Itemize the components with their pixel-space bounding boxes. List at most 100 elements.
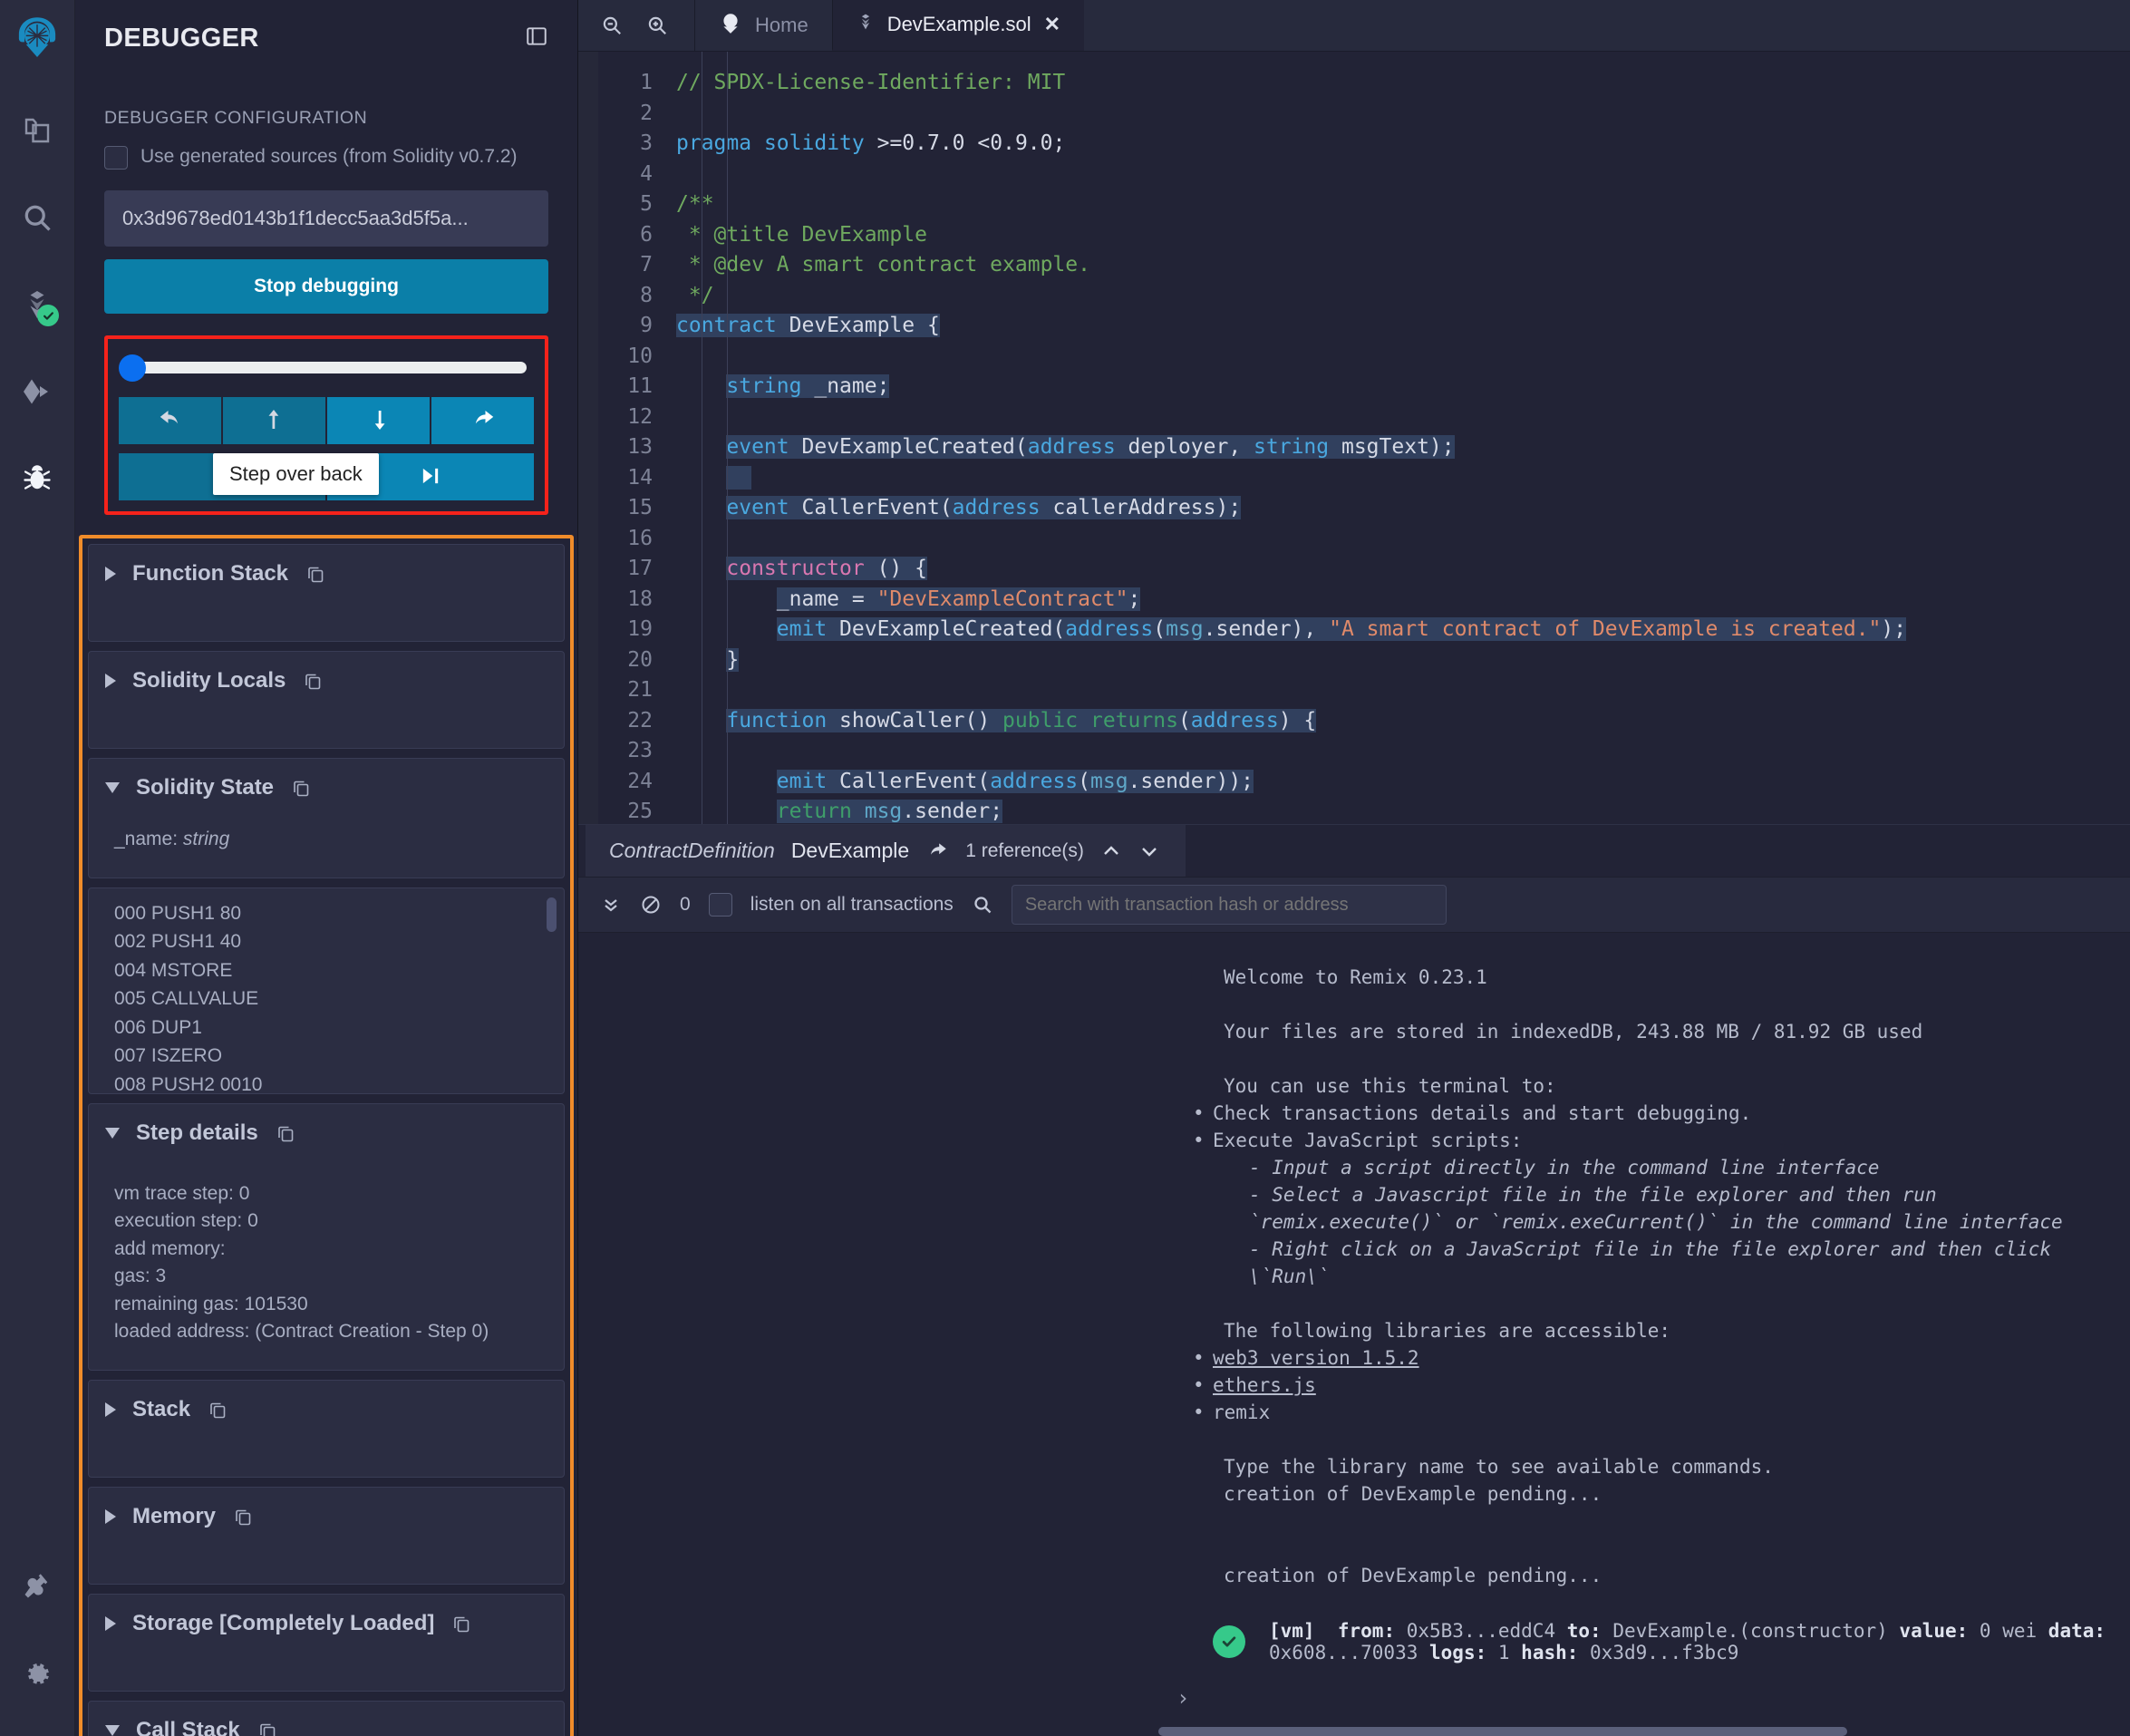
code-line[interactable]	[669, 463, 2130, 494]
section-stack-header[interactable]: Stack	[89, 1381, 564, 1439]
code-line[interactable]	[669, 402, 2130, 433]
zoom-in-icon[interactable]	[645, 14, 669, 37]
copy-icon[interactable]	[450, 1613, 472, 1634]
code-line[interactable]: pragma solidity >=0.7.0 <0.9.0;	[669, 129, 2130, 160]
copy-icon[interactable]	[232, 1506, 254, 1527]
sidebar-item-debugger[interactable]	[14, 455, 61, 502]
panel-menu-icon[interactable]	[525, 24, 548, 53]
code-lines[interactable]: // SPDX-License-Identifier: MIT pragma s…	[669, 52, 2130, 824]
copy-icon[interactable]	[207, 1399, 228, 1421]
zoom-out-icon[interactable]	[600, 14, 624, 37]
listen-all-transactions-checkbox[interactable]	[708, 893, 732, 916]
code-line[interactable]	[669, 342, 2130, 373]
step-over-back-button[interactable]	[119, 397, 221, 445]
sidebar-item-file-explorer[interactable]	[14, 107, 61, 154]
code-line[interactable]: */	[669, 281, 2130, 312]
opcode-row: 006 DUP1	[114, 1016, 202, 1038]
code-line[interactable]: event CallerEvent(address callerAddress)…	[669, 493, 2130, 524]
section-solidity-locals-header[interactable]: Solidity Locals	[89, 652, 564, 710]
line-number: 6	[640, 222, 653, 247]
code-line[interactable]	[669, 524, 2130, 555]
code-line[interactable]: emit DevExampleCreated(address(msg.sende…	[669, 615, 2130, 645]
copy-icon[interactable]	[275, 1122, 296, 1144]
code-editor[interactable]: 1 2 3 4 5 6 7 8 9 10 11 12 13 14 15 16 17 18 19 20 21 22 23 24 2…	[578, 52, 2130, 824]
section-call-stack-header[interactable]: Call Stack	[89, 1702, 564, 1736]
code-line[interactable]	[669, 736, 2130, 767]
chevron-up-icon[interactable]	[1100, 840, 1122, 862]
code-line[interactable]: constructor () {	[669, 554, 2130, 585]
arrow-back-icon	[157, 406, 184, 436]
use-generated-sources-row[interactable]: Use generated sources (from Solidity v0.…	[104, 143, 548, 170]
chevron-down-icon[interactable]	[1138, 840, 1160, 862]
transaction-hash-input[interactable]	[104, 190, 548, 247]
double-chevron-down-icon[interactable]	[600, 894, 622, 916]
success-status-icon	[1213, 1625, 1245, 1658]
search-icon[interactable]	[972, 894, 993, 916]
go-to-reference-icon[interactable]	[925, 839, 949, 863]
tab-devexample-sol[interactable]: DevExample.sol ✕	[831, 0, 1085, 51]
section-memory-header[interactable]: Memory	[89, 1488, 564, 1546]
code-line[interactable]: string _name;	[669, 372, 2130, 402]
terminal-expand-caret[interactable]: ›	[1176, 1685, 1189, 1711]
code-line[interactable]: emit CallerEvent(address(msg.sender));	[669, 767, 2130, 798]
step-back-button[interactable]	[223, 397, 325, 445]
code-line[interactable]: * @title DevExample	[669, 220, 2130, 251]
copy-icon[interactable]	[257, 1720, 278, 1736]
step-into-button[interactable]	[327, 397, 430, 445]
copy-icon[interactable]	[305, 563, 326, 585]
code-line[interactable]: * @dev A smart contract example.	[669, 250, 2130, 281]
code-line[interactable]	[669, 675, 2130, 706]
copy-icon[interactable]	[290, 777, 312, 799]
opcode-row: 002 PUSH1 40	[114, 931, 242, 953]
terminal-link[interactable]: ethers.js	[1213, 1374, 1316, 1396]
code-line[interactable]: _name = "DevExampleContract";	[669, 585, 2130, 616]
close-icon[interactable]: ✕	[1044, 13, 1060, 36]
line-number: 14	[627, 465, 653, 490]
terminal-sub-line: - Select a Javascript file in the file e…	[1249, 1184, 2063, 1233]
sidebar-item-search[interactable]	[14, 194, 61, 241]
step-detail-row: remaining gas: 101530	[114, 1293, 308, 1314]
transaction-search-input[interactable]	[1011, 885, 1447, 925]
chevron-right-icon	[105, 674, 116, 689]
slider-thumb[interactable]	[119, 354, 146, 383]
section-solidity-state-header[interactable]: Solidity State	[89, 759, 564, 817]
clear-console-icon[interactable]	[640, 894, 662, 916]
sidebar-item-solidity-compiler[interactable]	[14, 281, 61, 328]
code-line[interactable]	[669, 160, 2130, 190]
section-title: Memory	[132, 1503, 217, 1528]
terminal-line: creation of DevExample pending...	[1224, 1483, 1602, 1505]
section-function-stack-header[interactable]: Function Stack	[89, 545, 564, 603]
line-number-gutter: 1 2 3 4 5 6 7 8 9 10 11 12 13 14 15 16 17 18 19 20 21 22 23 24 2…	[598, 52, 669, 824]
sidebar-item-settings[interactable]	[14, 1651, 61, 1698]
transaction-log-row[interactable]: [vm] from: 0x5B3...eddC4 to: DevExample.…	[578, 1589, 2130, 1663]
code-line[interactable]: return msg.sender;	[669, 797, 2130, 824]
terminal-horizontal-scrollbar[interactable]	[1158, 1727, 1847, 1736]
code-line[interactable]: function showCaller() public returns(add…	[669, 706, 2130, 737]
tab-home[interactable]: Home	[694, 0, 832, 51]
section-storage-header[interactable]: Storage [Completely Loaded]	[89, 1595, 564, 1653]
code-line[interactable]: event DevExampleCreated(address deployer…	[669, 432, 2130, 463]
code-line[interactable]: /**	[669, 189, 2130, 220]
sidebar-item-plugin-manager[interactable]	[14, 1562, 61, 1609]
terminal-link[interactable]: web3 version 1.5.2	[1213, 1347, 1419, 1369]
copy-icon[interactable]	[302, 670, 324, 692]
terminal-line: Welcome to Remix 0.23.1	[1224, 966, 1487, 988]
use-generated-sources-checkbox[interactable]	[104, 146, 128, 170]
section-step-details-header[interactable]: Step details	[89, 1104, 564, 1162]
trace-slider[interactable]	[119, 352, 534, 383]
line-number: 11	[627, 374, 653, 398]
opcode-scrollbar[interactable]	[547, 897, 557, 932]
sidebar-item-deploy-run[interactable]	[14, 368, 61, 415]
code-line[interactable]	[669, 99, 2130, 130]
opcode-list[interactable]: 000 PUSH1 80 002 PUSH1 40 004 MSTORE 005…	[88, 887, 565, 1094]
terminal-bullet-link: web3 version 1.5.2	[578, 1344, 2130, 1372]
stop-debugging-button[interactable]: Stop debugging	[104, 259, 548, 315]
terminal-output[interactable]: Welcome to Remix 0.23.1 Your files are s…	[578, 933, 2130, 1736]
step-over-forward-button[interactable]	[431, 397, 534, 445]
section-body	[89, 1653, 564, 1691]
code-line[interactable]: }	[669, 645, 2130, 676]
line-number: 4	[640, 161, 653, 186]
code-line[interactable]: contract DevExample {	[669, 311, 2130, 342]
code-line[interactable]: // SPDX-License-Identifier: MIT	[669, 68, 2130, 99]
